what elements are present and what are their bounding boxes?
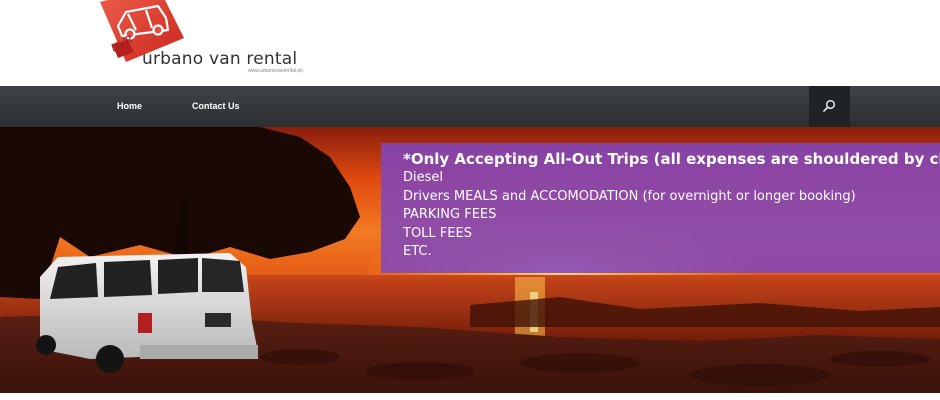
notice-line: Diesel — [403, 170, 444, 185]
main-nav: Home Contact Us — [0, 86, 940, 127]
trip-notice: *Only Accepting All-Out Trips (all expen… — [381, 143, 940, 273]
search-button[interactable] — [809, 86, 850, 127]
notice-line: ETC. — [403, 244, 432, 259]
notice-line: PARKING FEES — [403, 207, 497, 222]
site-url: www.urbanovanrental.ph — [248, 68, 304, 74]
search-icon — [823, 99, 836, 112]
nav-item-contact-us[interactable]: Contact Us — [192, 86, 240, 127]
site-header: UVR urbano van rental www.urbanovanrenta… — [0, 0, 940, 86]
site-name[interactable]: urbano van rental — [142, 49, 297, 69]
hero-banner: *Only Accepting All-Out Trips (all expen… — [0, 127, 940, 393]
page-bottom — [0, 393, 940, 400]
notice-title: *Only Accepting All-Out Trips (all expen… — [403, 150, 940, 168]
notice-line: TOLL FEES — [403, 225, 472, 241]
notice-line: Drivers MEALS and ACCOMODATION (for over… — [403, 188, 856, 204]
nav-item-home[interactable]: Home — [117, 86, 142, 127]
